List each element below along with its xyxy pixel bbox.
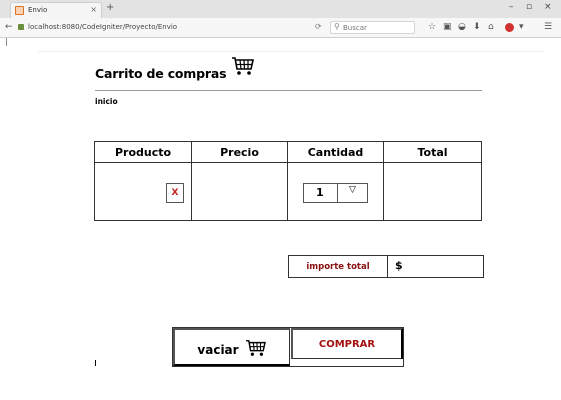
product-cell: X — [95, 163, 192, 221]
new-tab-button[interactable]: + — [106, 3, 114, 13]
quantity-cell: 1 ▽ — [288, 163, 384, 221]
price-cell — [192, 163, 288, 221]
maximize-button[interactable]: ▫ — [526, 2, 532, 12]
table-row: X 1 ▽ — [95, 162, 481, 221]
back-arrow-icon[interactable]: ← — [5, 22, 13, 32]
vaciar-label: vaciar — [197, 343, 239, 357]
url-bar[interactable]: localhost:8080/CodeIgniter/Proyecto/Envi… — [28, 23, 177, 31]
tab-title: Envio — [28, 6, 48, 14]
comprar-button[interactable]: COMPRAR — [291, 328, 403, 359]
pocket-icon[interactable]: ◒ — [458, 21, 466, 33]
total-cell — [384, 163, 481, 221]
favicon-icon — [15, 6, 24, 15]
remove-item-button[interactable]: X — [166, 183, 184, 203]
divider — [6, 38, 7, 46]
close-window-button[interactable]: × — [544, 2, 552, 12]
cart-table: Producto Precio Cantidad Total X 1 ▽ — [94, 141, 482, 221]
divider — [38, 51, 544, 52]
browser-nav-bar: ← localhost:8080/CodeIgniter/Proyecto/En… — [0, 18, 561, 38]
lock-icon — [18, 24, 24, 30]
chat-icon[interactable]: ▾ — [519, 21, 524, 33]
browser-tab-bar: Envio × + – ▫ × — [0, 0, 561, 18]
column-header-total: Total — [417, 145, 448, 159]
shopping-cart-icon — [232, 57, 254, 75]
dropdown-arrow-icon[interactable]: ▽ — [349, 185, 356, 195]
search-box[interactable]: ⚲ — [330, 21, 415, 34]
home-icon[interactable]: ⌂ — [488, 21, 494, 33]
menu-icon[interactable]: ☰ — [544, 21, 552, 33]
tab-close-icon[interactable]: × — [90, 5, 97, 14]
inicio-link[interactable]: inicio — [95, 97, 118, 106]
search-input[interactable] — [343, 23, 413, 33]
total-label: importe total — [289, 256, 388, 277]
column-header-cantidad: Cantidad — [288, 142, 384, 162]
total-value: $ — [395, 259, 403, 272]
cart-actions: vaciar COMPRAR — [172, 327, 404, 367]
divider — [95, 90, 482, 91]
search-icon: ⚲ — [334, 22, 340, 31]
minimize-button[interactable]: – — [509, 2, 514, 12]
adblock-icon[interactable] — [505, 23, 514, 32]
quantity-select[interactable]: 1 ▽ — [303, 183, 368, 203]
divider — [95, 360, 96, 366]
star-icon[interactable]: ☆ — [428, 21, 436, 33]
bookmarks-icon[interactable]: ▣ — [443, 21, 452, 33]
page-title: Carrito de compras — [95, 66, 227, 81]
divider — [337, 184, 338, 202]
column-header-producto: Producto — [95, 142, 192, 162]
reload-icon[interactable]: ⟳ — [315, 22, 322, 31]
shopping-cart-icon — [245, 340, 266, 356]
column-header-precio: Precio — [192, 142, 288, 162]
downloads-icon[interactable]: ⬇ — [473, 21, 481, 33]
quantity-value: 1 — [316, 186, 324, 199]
vaciar-button[interactable]: vaciar — [173, 328, 290, 366]
browser-tab[interactable]: Envio × — [10, 2, 102, 18]
order-total: importe total $ — [288, 255, 484, 278]
